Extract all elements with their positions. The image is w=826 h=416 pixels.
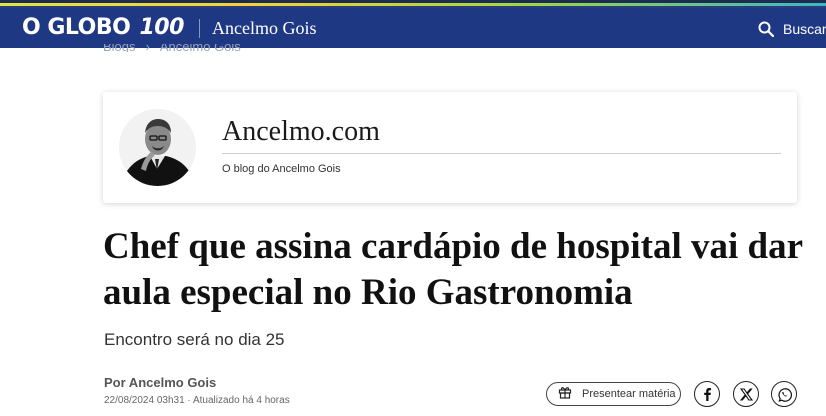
author-avatar — [119, 109, 196, 186]
oglobo-logo[interactable]: O GLOBO 100 — [22, 15, 184, 40]
gift-icon — [547, 385, 572, 404]
breadcrumb-item-blogs[interactable]: Blogs — [103, 44, 136, 52]
article-subtitle: Encontro será no dia 25 — [104, 330, 285, 349]
breadcrumb-item-ancelmo[interactable]: Ancelmo Gois — [160, 44, 241, 52]
article-dateline: 22/08/2024 03h31 · Atualizado há 4 horas — [104, 395, 290, 406]
breadcrumb: Blogs › Ancelmo Gois — [103, 44, 303, 52]
gift-article-button[interactable]: Presentear matéria — [546, 382, 681, 406]
share-x-button[interactable] — [733, 381, 759, 407]
header-divider — [199, 19, 200, 38]
blog-description: O blog do Ancelmo Gois — [222, 163, 341, 175]
search-label: Buscar — [783, 21, 826, 37]
article-author[interactable]: Por Ancelmo Gois — [104, 375, 216, 390]
logo-number: 100 — [139, 15, 185, 40]
site-header: O GLOBO 100 Ancelmo Gois Buscar — [0, 8, 826, 48]
facebook-icon — [701, 387, 713, 401]
blog-card[interactable]: Ancelmo.com O blog do Ancelmo Gois — [103, 92, 797, 203]
search-button[interactable]: Buscar — [758, 19, 826, 39]
x-icon — [739, 387, 753, 401]
logo-text: O GLOBO — [22, 15, 131, 40]
whatsapp-icon — [777, 387, 792, 402]
blog-name[interactable]: Ancelmo.com — [222, 116, 380, 148]
share-whatsapp-button[interactable] — [771, 381, 797, 407]
search-icon — [758, 21, 774, 37]
blog-divider — [222, 153, 781, 154]
share-facebook-button[interactable] — [694, 381, 720, 407]
gift-article-label: Presentear matéria — [582, 388, 676, 400]
article-headline: Chef que assina cardápio de hospital vai… — [103, 226, 803, 313]
top-color-stripe — [0, 0, 826, 8]
section-title[interactable]: Ancelmo Gois — [212, 18, 316, 39]
